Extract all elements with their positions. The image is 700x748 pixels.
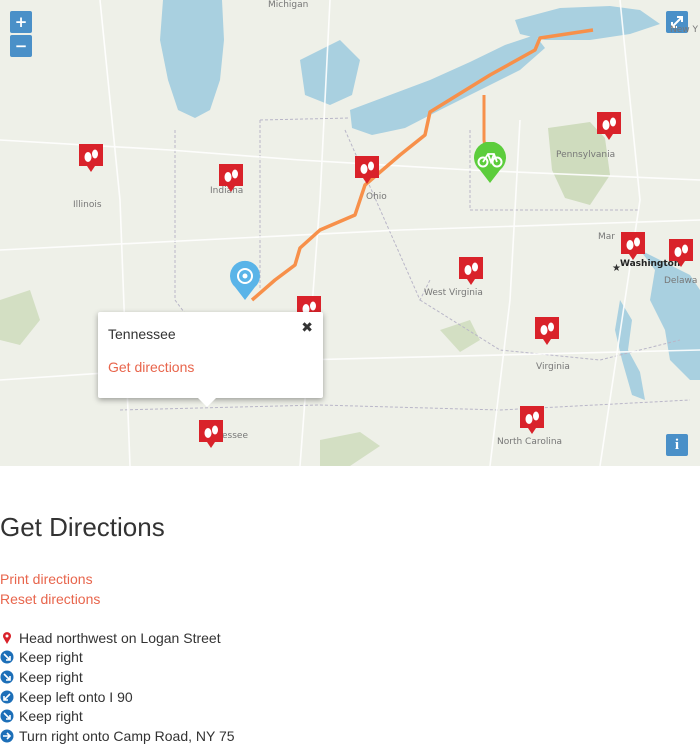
footprint-marker-icon[interactable] — [78, 143, 104, 173]
label-tennessee: essee — [222, 431, 248, 441]
map-popup: Tennessee Get directions ✖ — [98, 312, 323, 407]
popup-title: Tennessee — [108, 326, 176, 342]
list-item: Turn right onto Camp Road, NY 75 — [0, 726, 235, 746]
label-ohio: Ohio — [366, 192, 387, 202]
footprint-marker-icon[interactable] — [668, 238, 694, 268]
zoom-out-button[interactable]: − — [10, 35, 32, 57]
label-north-carolina: North Carolina — [497, 437, 563, 447]
label-illinois: Illinois — [73, 200, 102, 210]
footprint-marker-icon[interactable] — [620, 231, 646, 261]
label-new-york: New Y — [670, 25, 698, 35]
keep-left-icon — [0, 690, 14, 704]
step-text: Keep left onto I 90 — [19, 688, 133, 705]
footprint-marker-icon[interactable] — [596, 111, 622, 141]
footprint-marker-icon[interactable] — [218, 163, 244, 193]
label-michigan: Michigan — [268, 0, 309, 10]
footprint-marker-icon[interactable] — [519, 405, 545, 435]
step-text: Head northwest on Logan Street — [19, 629, 221, 646]
keep-right-icon — [0, 709, 14, 723]
map[interactable]: + − i Michigan New Y Pennsylvania Illino… — [0, 0, 700, 466]
footprint-marker-icon[interactable] — [198, 419, 224, 449]
label-delaware: Delawa — [664, 276, 698, 286]
close-icon[interactable]: ✖ — [301, 320, 313, 336]
info-button[interactable]: i — [666, 434, 688, 456]
page-title: Get Directions — [0, 512, 165, 542]
list-item: Keep right — [0, 648, 235, 668]
footprint-marker-icon[interactable] — [534, 316, 560, 346]
label-virginia: Virginia — [536, 362, 570, 372]
bike-start-marker-icon[interactable] — [472, 142, 508, 184]
get-directions-link[interactable]: Get directions — [108, 359, 194, 375]
turn-right-icon — [0, 729, 14, 743]
label-maryland: Mar — [598, 232, 615, 242]
step-text: Turn right onto Camp Road, NY 75 — [19, 727, 235, 744]
capital-star-icon: ★ — [612, 263, 621, 274]
footprint-marker-icon[interactable] — [354, 155, 380, 185]
reset-directions-link[interactable]: Reset directions — [0, 589, 100, 609]
step-text: Keep right — [19, 708, 83, 725]
list-item: Keep right — [0, 667, 235, 687]
list-item: Keep right — [0, 706, 235, 726]
target-end-marker-icon[interactable] — [228, 259, 262, 301]
zoom-in-button[interactable]: + — [10, 11, 32, 33]
list-item: Keep left onto I 90 — [0, 687, 235, 707]
list-item: Head northwest on Logan Street — [0, 628, 235, 648]
label-pennsylvania: Pennsylvania — [556, 150, 616, 160]
step-text: Keep right — [19, 649, 83, 666]
keep-right-icon — [0, 670, 14, 684]
directions-list: Head northwest on Logan Street Keep righ… — [0, 628, 235, 746]
footprint-marker-icon[interactable] — [458, 256, 484, 286]
pin-icon — [2, 631, 12, 644]
directions-links: Print directions Reset directions — [0, 569, 100, 609]
keep-right-icon — [0, 650, 14, 664]
print-directions-link[interactable]: Print directions — [0, 569, 100, 589]
step-text: Keep right — [19, 668, 83, 685]
label-west-virginia: West Virginia — [424, 288, 483, 298]
